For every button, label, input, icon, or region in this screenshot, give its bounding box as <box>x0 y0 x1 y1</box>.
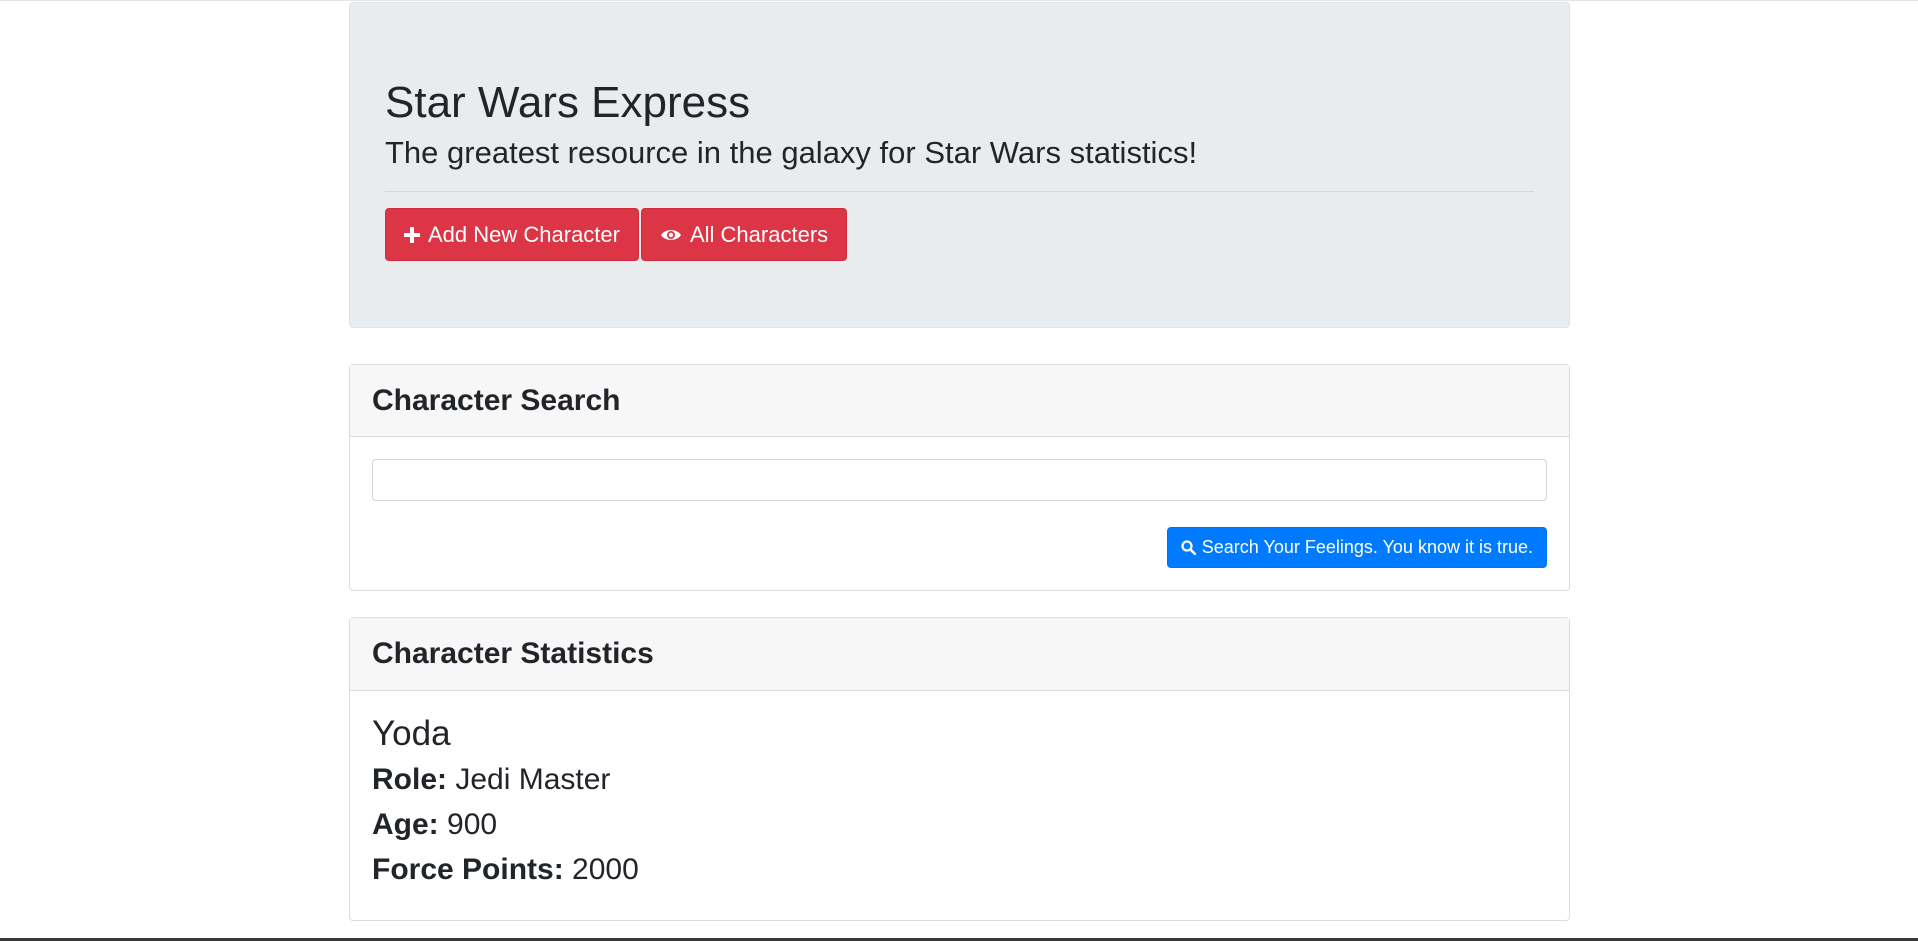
character-search-title: Character Search <box>372 383 621 417</box>
role-value: Jedi Master <box>455 763 611 796</box>
window-top-border <box>0 0 1918 1</box>
eye-icon <box>660 228 682 242</box>
plus-icon <box>404 226 420 243</box>
search-button[interactable]: Search Your Feelings. You know it is tru… <box>1166 527 1547 568</box>
search-input[interactable] <box>372 459 1547 501</box>
role-label: Role: <box>372 763 447 796</box>
age-label: Age: <box>372 808 439 841</box>
search-actions: Search Your Feelings. You know it is tru… <box>372 527 1547 568</box>
force-points-label: Force Points: <box>372 853 564 886</box>
character-force-points: Force Points: 2000 <box>372 847 1547 892</box>
character-statistics-card: Character Statistics Yoda Role: Jedi Mas… <box>349 617 1570 921</box>
character-search-header: Character Search <box>350 365 1569 437</box>
age-value: 900 <box>447 808 498 841</box>
search-icon <box>1181 540 1196 555</box>
search-button-label: Search Your Feelings. You know it is tru… <box>1201 537 1533 557</box>
character-role: Role: Jedi Master <box>372 757 1547 802</box>
character-age: Age: 900 <box>372 802 1547 847</box>
page-container: Star Wars Express The greatest resource … <box>349 2 1570 921</box>
force-points-value: 2000 <box>572 853 639 886</box>
all-characters-label: All Characters <box>689 221 829 247</box>
jumbotron: Star Wars Express The greatest resource … <box>349 2 1570 328</box>
jumbotron-divider <box>385 191 1534 192</box>
character-statistics-body: Yoda Role: Jedi Master Age: 900 Force Po… <box>350 691 1569 892</box>
add-character-label: Add New Character <box>428 221 620 247</box>
character-statistics-header: Character Statistics <box>350 618 1569 691</box>
page-title: Star Wars Express <box>385 78 751 127</box>
character-search-card: Character Search Search Your Feelings. Y… <box>349 364 1570 591</box>
character-search-body: Search Your Feelings. You know it is tru… <box>350 437 1569 568</box>
character-statistics-title: Character Statistics <box>372 637 654 670</box>
page-subtitle: The greatest resource in the galaxy for … <box>385 135 1198 170</box>
add-character-button[interactable]: Add New Character <box>385 208 639 261</box>
all-characters-button[interactable]: All Characters <box>640 208 848 261</box>
character-name: Yoda <box>372 714 451 753</box>
